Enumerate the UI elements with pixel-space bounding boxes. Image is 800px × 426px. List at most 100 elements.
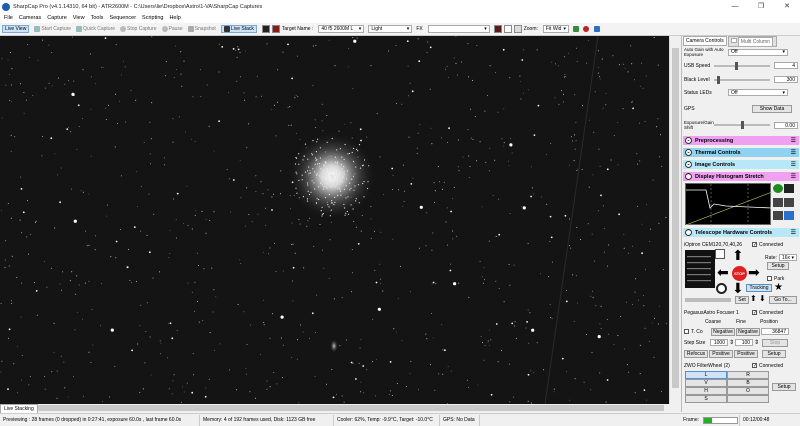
tab-camera-controls[interactable]: Camera Controls: [683, 36, 727, 46]
auto-stretch-icon[interactable]: [773, 184, 783, 193]
image-viewer[interactable]: [0, 36, 669, 404]
menu-cameras[interactable]: Cameras: [19, 15, 41, 21]
show-data-button[interactable]: Show Data: [752, 104, 792, 113]
negative-coarse-button[interactable]: Negative: [711, 327, 735, 336]
refocus-button[interactable]: Refocus: [684, 349, 708, 358]
stepper-icon[interactable]: ⇕: [754, 339, 759, 346]
exposure-gain-slider[interactable]: [714, 121, 770, 129]
arrow-left-icon[interactable]: ⬅: [717, 265, 729, 279]
section-image-controls[interactable]: ⌄ Image Controls ☰: [683, 160, 799, 169]
histogram-display[interactable]: [685, 183, 773, 226]
histogram-icon[interactable]: [572, 26, 579, 32]
stop-capture-button[interactable]: Stop Capture: [120, 26, 157, 32]
menu-file[interactable]: File: [4, 15, 13, 21]
focuser-setup-button[interactable]: Setup: [762, 349, 786, 358]
filter-l-button[interactable]: L: [685, 371, 727, 379]
arrow-right-icon[interactable]: ➡: [748, 265, 760, 279]
section-preprocessing[interactable]: ⌄ Preprocessing ☰: [683, 136, 799, 145]
filter-h-button[interactable]: H: [685, 387, 727, 395]
target-icon[interactable]: [582, 26, 589, 32]
color-swatch-button[interactable]: [493, 25, 502, 33]
star-icon[interactable]: ★: [774, 282, 783, 293]
quick-capture-button[interactable]: Quick Capture: [76, 26, 115, 32]
positive-fine-button[interactable]: Positive: [734, 349, 758, 358]
filter-b-button[interactable]: B: [727, 379, 769, 387]
focuser-position-value[interactable]: 36847: [761, 328, 789, 335]
fx-select[interactable]: ▾: [427, 25, 490, 33]
zoom-icon[interactable]: [773, 211, 783, 221]
vertical-scrollbar[interactable]: [669, 36, 680, 404]
filter-v-button[interactable]: V: [685, 379, 727, 387]
target-name-select[interactable]: 40 f5 2600M L ▾: [318, 25, 365, 33]
zoom-select[interactable]: Fit Wid ▾: [542, 25, 569, 33]
arrow-up-small-icon[interactable]: ⬆: [750, 294, 757, 303]
filter-o-button[interactable]: O: [727, 387, 769, 395]
menu-help[interactable]: Help: [169, 15, 180, 21]
focuser-stop-button[interactable]: Stop: [762, 338, 789, 347]
scrollbar-thumb[interactable]: [672, 48, 679, 388]
pause-button[interactable]: Pause: [161, 26, 183, 32]
grid-toggle[interactable]: [503, 25, 512, 33]
rate-select[interactable]: 16x ▾: [778, 254, 797, 261]
section-telescope-hardware[interactable]: ⌃ Telescope Hardware Controls ☰: [683, 228, 799, 237]
mount-connected-checkbox[interactable]: ✓: [752, 242, 757, 248]
brightness-toggle[interactable]: [261, 25, 270, 33]
contrast-icon[interactable]: [784, 184, 794, 193]
exposure-gain-value[interactable]: 0.00: [774, 121, 798, 129]
section-thermal-controls[interactable]: ⌄ Thermal Controls ☰: [683, 148, 799, 157]
goto-button[interactable]: Go To...: [769, 296, 797, 304]
filter-s-button[interactable]: S: [685, 395, 727, 403]
horizontal-scrollbar[interactable]: [0, 404, 680, 412]
multi-column-checkbox[interactable]: [730, 37, 737, 43]
section-display-histogram[interactable]: ⌃ Display Histogram Stretch ☰: [683, 172, 799, 181]
arrow-down-small-icon[interactable]: ⬇: [759, 294, 766, 303]
positive-coarse-button[interactable]: Positive: [709, 349, 733, 358]
settings-icon[interactable]: [784, 197, 794, 207]
menu-tools[interactable]: Tools: [91, 15, 104, 21]
minimize-button[interactable]: —: [722, 0, 748, 13]
focuser-connected-checkbox[interactable]: ✓: [752, 310, 757, 316]
save-icon[interactable]: [784, 211, 794, 221]
status-leds-select[interactable]: Off ▾: [728, 89, 788, 96]
usb-speed-value[interactable]: 4: [774, 62, 798, 69]
filter-r-button[interactable]: R: [727, 371, 769, 379]
filter-empty-button[interactable]: [727, 395, 769, 403]
step-size-coarse[interactable]: 1000: [710, 339, 728, 346]
red-view-toggle[interactable]: [271, 25, 280, 33]
black-level-value[interactable]: 300: [774, 76, 798, 83]
menu-view[interactable]: View: [73, 15, 85, 21]
start-capture-button[interactable]: Start Capture: [34, 26, 71, 32]
live-view-button[interactable]: Live View: [2, 25, 30, 33]
frame-type-select[interactable]: Light ▾: [368, 25, 413, 33]
snapshot-button[interactable]: Snapshot: [187, 26, 216, 32]
crosshair-toggle[interactable]: [513, 25, 522, 33]
park-checkbox[interactable]: [767, 276, 772, 281]
tracking-button[interactable]: Tracking: [746, 284, 772, 292]
negative-fine-button[interactable]: Negative: [736, 327, 760, 336]
maximize-button[interactable]: ❐: [748, 0, 774, 13]
stepper-icon[interactable]: ⇕: [729, 339, 734, 346]
close-button[interactable]: ✕: [774, 0, 800, 13]
set-button[interactable]: Set: [735, 296, 749, 304]
auto-gain-select[interactable]: Off ▾: [728, 48, 788, 56]
menu-scripting[interactable]: Scripting: [142, 15, 163, 21]
usb-speed-slider[interactable]: [714, 61, 770, 70]
arrow-up-icon[interactable]: ⬆: [732, 248, 744, 262]
black-level-slider[interactable]: [714, 75, 770, 84]
temp-comp-checkbox[interactable]: [684, 329, 689, 334]
tools-icon[interactable]: [593, 26, 600, 32]
step-size-fine[interactable]: 100: [735, 339, 754, 346]
arrow-down-icon[interactable]: ⬇: [732, 281, 744, 295]
filterwheel-connected-checkbox[interactable]: ✓: [752, 363, 757, 369]
stop-button[interactable]: STOP: [732, 266, 747, 281]
live-stack-button[interactable]: Live Stack: [220, 25, 257, 33]
home-icon[interactable]: [716, 283, 727, 294]
menu-capture[interactable]: Capture: [47, 15, 67, 21]
reset-icon[interactable]: [773, 197, 783, 207]
menu-sequencer[interactable]: Sequencer: [109, 15, 136, 21]
sync-icon[interactable]: [715, 249, 725, 259]
filterwheel-setup-button[interactable]: Setup: [772, 383, 796, 391]
mount-setup-button[interactable]: Setup: [767, 262, 789, 270]
tab-multi-column[interactable]: Multi Column: [727, 36, 777, 47]
scrollbar-thumb[interactable]: [12, 405, 664, 411]
